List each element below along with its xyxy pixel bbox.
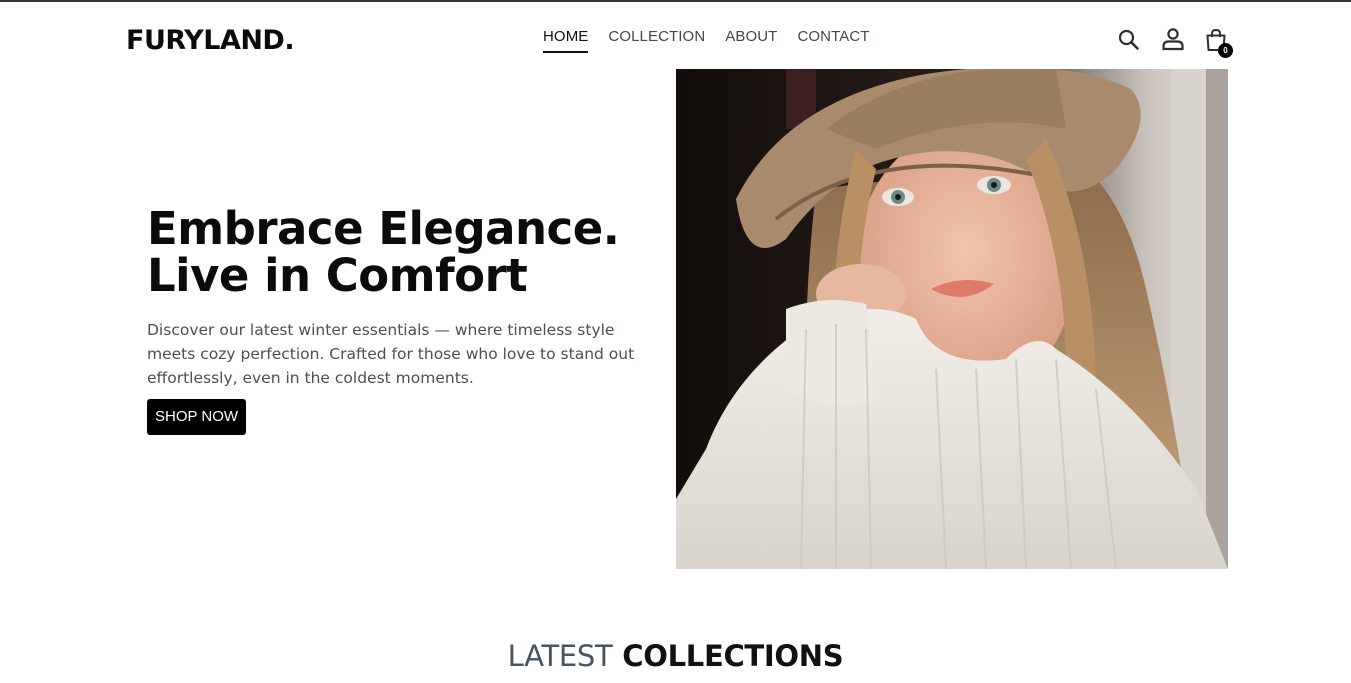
shop-now-button[interactable]: SHOP NOW [147,399,247,435]
main-nav: HOME COLLECTION ABOUT CONTACT [543,28,870,53]
hero-image [676,69,1228,569]
brand-logo[interactable]: FURYLAND. [126,26,295,56]
latest-collections-title-light: LATEST [507,639,613,673]
nav-item-home[interactable]: HOME [543,28,589,53]
latest-collections-title: LATEST COLLECTIONS [0,637,1351,675]
hero-title-line-2: Live in Comfort [147,249,528,302]
nav-item-contact[interactable]: CONTACT [797,28,869,46]
hero-text: Embrace Elegance. Live in Comfort Discov… [147,205,657,435]
hero-photo-illustration [676,69,1228,569]
site-header: FURYLAND. HOME COLLECTION ABOUT CONTACT [0,2,1351,69]
cart-count-badge: 0 [1218,43,1233,58]
search-icon[interactable] [1116,27,1142,53]
hero-description: Discover our latest winter essentials — … [147,321,635,387]
user-icon[interactable] [1160,26,1186,52]
hero-title: Embrace Elegance. Live in Comfort [147,205,657,299]
nav-item-collection[interactable]: COLLECTION [608,28,705,46]
latest-collections-title-bold: COLLECTIONS [622,639,844,673]
nav-item-about[interactable]: ABOUT [725,28,777,46]
hero-title-line-1: Embrace Elegance. [147,202,620,255]
